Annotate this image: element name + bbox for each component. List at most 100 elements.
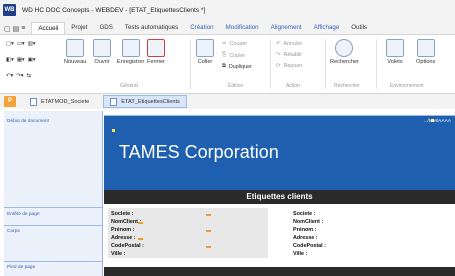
field-codepostal[interactable]: CodePostal :: [111, 243, 144, 249]
report-icon: [30, 97, 37, 106]
body-band: Societe : NomClient : Prénom : Adresse :…: [104, 204, 455, 260]
tab-creation[interactable]: Création: [184, 22, 219, 34]
tab-accueil[interactable]: Accueil: [31, 22, 66, 34]
band-divider: [4, 207, 103, 208]
report-editor: Début de document Entête de page Corps P…: [0, 109, 455, 276]
db-icon[interactable]: ▦▾: [17, 57, 25, 63]
band-labels-column: Début de document Entête de page Corps P…: [4, 111, 103, 276]
anchor-dot: [112, 129, 115, 132]
band-divider: [4, 225, 103, 226]
new-icon: [66, 39, 85, 57]
field-adresse[interactable]: Adresse :: [293, 235, 318, 241]
window-icon[interactable]: ▭▾: [17, 41, 25, 47]
menu-icon[interactable]: ≡: [21, 25, 25, 33]
label-card-right[interactable]: Societe : NomClient : Prénom : Adresse :…: [290, 208, 450, 258]
footer-band[interactable]: [104, 267, 455, 276]
new-doc-icon[interactable]: ▢: [4, 25, 11, 33]
field-adresse[interactable]: Adresse :: [111, 235, 136, 241]
ribbon: ▢▾ ▭▾ ▥▾ ◧▾ ▦▾ ▣▾ ↶▾ ↷▾ ⇆ Nouveau Ouvrir…: [0, 34, 455, 94]
field-societe[interactable]: Societe :: [293, 211, 315, 217]
subtitle-band[interactable]: Etiquettes clients: [104, 190, 455, 204]
open-icon[interactable]: ▤: [13, 25, 20, 33]
couper-button[interactable]: ✂ Couper: [222, 41, 247, 47]
band-label-entete-page[interactable]: Entête de page: [7, 212, 40, 217]
resize-handle[interactable]: [206, 246, 211, 248]
report-icon: [110, 97, 118, 106]
company-title[interactable]: TAMES Corporation: [119, 142, 279, 163]
group-label-edition: Édition: [228, 83, 244, 89]
field-codepostal[interactable]: CodePostal :: [293, 243, 326, 249]
ribbon-quick-icons-3: ↶▾ ↷▾ ⇆: [6, 73, 31, 79]
quick-access-toolbar: ▢ ▤ ≡: [4, 25, 25, 33]
group-label-rechercher: Rechercher: [334, 83, 360, 89]
undo-arrow-icon[interactable]: ↶▾: [6, 73, 13, 79]
menu-bar: ▢ ▤ ≡ Accueil Projet GDS Tests automatiq…: [0, 20, 455, 34]
rechercher-button[interactable]: Rechercher: [330, 39, 359, 65]
group-label-environnement: Environnement: [390, 83, 424, 89]
field-nomclient[interactable]: NomClient :: [111, 219, 141, 225]
volets-button[interactable]: Volets: [386, 39, 404, 65]
band-label-corps[interactable]: Corps: [7, 229, 20, 234]
redo-arrow-icon[interactable]: ↷▾: [16, 73, 23, 79]
band-label-debut-document[interactable]: Début de document: [7, 119, 49, 124]
tab-modification[interactable]: Modification: [220, 22, 265, 34]
field-prenom[interactable]: Prénom :: [111, 227, 134, 233]
ribbon-separator: [190, 39, 191, 89]
group-label-action: Action: [286, 83, 300, 89]
tab-gds[interactable]: GDS: [93, 22, 118, 34]
open-folder-icon: [93, 39, 111, 57]
title-bar: WB WD HC DOC Concepts - WEBDEV - [ETAT_E…: [0, 0, 455, 20]
report-subtitle[interactable]: Etiquettes clients: [104, 192, 455, 201]
resize-handle[interactable]: [138, 222, 143, 224]
enregistrer-button[interactable]: Enregistrer: [117, 39, 144, 65]
band-label-pied-page[interactable]: Pied de page: [7, 265, 35, 270]
tab-projet[interactable]: Projet: [65, 22, 93, 34]
date-field[interactable]: .../MM/AAAA: [424, 119, 451, 124]
dupliquer-button[interactable]: ⧉ Dupliquer: [222, 63, 252, 70]
redo-icon: ↷: [276, 52, 281, 58]
project-pin-icon[interactable]: P: [4, 96, 16, 107]
field-societe[interactable]: Societe :: [111, 211, 133, 217]
field-ville[interactable]: Ville :: [111, 251, 125, 257]
compare-icon[interactable]: ⇆: [26, 73, 31, 79]
rejouer-button[interactable]: ⟳ Rejouer: [276, 63, 302, 69]
report-page: .../MM/AAAA TAMES Corporation Etiquettes…: [104, 111, 455, 276]
tab-affichage[interactable]: Affichage: [308, 22, 346, 34]
duplicate-icon: ⧉: [222, 63, 226, 69]
field-prenom[interactable]: Prénom :: [293, 227, 316, 233]
new-page-icon[interactable]: ▢▾: [6, 41, 14, 47]
header-band[interactable]: .../MM/AAAA TAMES Corporation: [104, 116, 455, 190]
ribbon-quick-icons: ▢▾ ▭▾ ▥▾: [6, 41, 35, 47]
tab-alignement[interactable]: Alignement: [265, 22, 308, 34]
tab-outils[interactable]: Outils: [345, 22, 373, 34]
undo-icon: ↶: [276, 41, 281, 47]
resize-handle[interactable]: [138, 238, 143, 240]
fermer-button[interactable]: Fermer: [147, 39, 165, 65]
document-tabs: P ETATMOD_Societe ETAT_EtiquettesClients: [0, 94, 455, 109]
project-icon[interactable]: ◧▾: [6, 57, 14, 63]
nouveau-button[interactable]: Nouveau: [64, 39, 86, 65]
label-card-left[interactable]: Societe : NomClient : Prénom : Adresse :…: [108, 208, 268, 258]
copier-button[interactable]: ⎘ Copier: [222, 52, 245, 59]
search-icon: [335, 39, 354, 57]
scissors-icon: ✂: [222, 41, 227, 47]
ribbon-quick-icons-2: ◧▾ ▦▾ ▣▾: [6, 57, 35, 63]
field-nomclient[interactable]: NomClient :: [293, 219, 323, 225]
coller-button[interactable]: Coller: [196, 39, 214, 65]
doc-tab-etat-etiquettes-clients[interactable]: ETAT_EtiquettesClients: [103, 95, 187, 108]
resize-handle[interactable]: [206, 214, 211, 216]
split-icon[interactable]: ▥▾: [28, 41, 36, 47]
resize-handle[interactable]: [206, 230, 211, 232]
replay-icon: ⟳: [276, 63, 281, 69]
annuler-button[interactable]: ↶ Annuler: [276, 41, 302, 47]
ouvrir-button[interactable]: Ouvrir: [93, 39, 111, 65]
field-ville[interactable]: Ville :: [293, 251, 307, 257]
ribbon-separator: [325, 39, 326, 89]
retablir-button[interactable]: ↷ Rétablir: [276, 52, 302, 58]
sql-icon[interactable]: ▣▾: [28, 57, 36, 63]
doc-tab-etatmod-societe[interactable]: ETATMOD_Societe: [24, 95, 95, 108]
panels-icon: [386, 39, 404, 57]
tab-tests-automatiques[interactable]: Tests automatiques: [119, 22, 184, 34]
ribbon-separator: [270, 39, 271, 89]
options-button[interactable]: Options: [416, 39, 435, 65]
